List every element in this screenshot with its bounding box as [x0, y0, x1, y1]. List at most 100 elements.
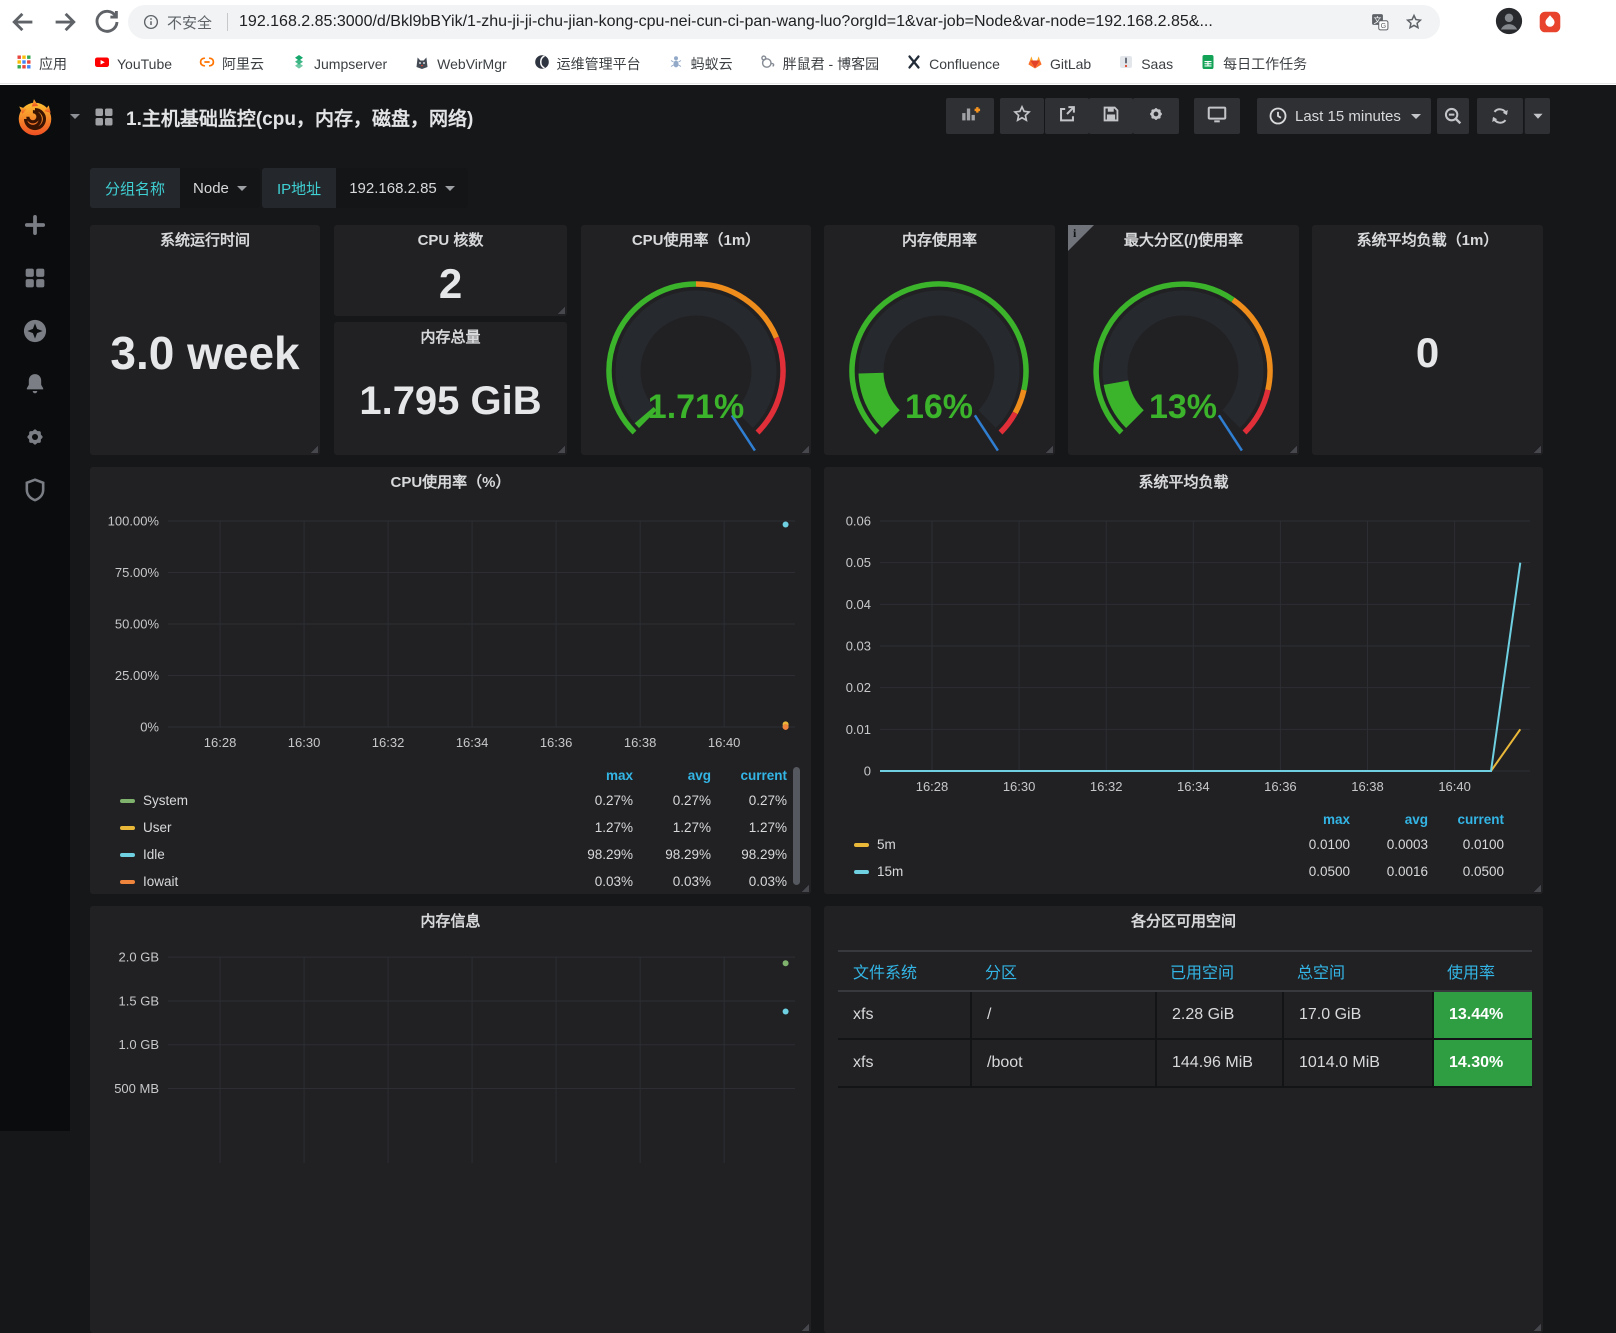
legend-series-toggle[interactable]: System	[120, 793, 541, 808]
variable-group-ip[interactable]: IP地址 192.168.2.85	[262, 168, 468, 208]
svg-text:0.01: 0.01	[846, 722, 871, 737]
sheet-icon	[1200, 54, 1216, 73]
bookmark-item[interactable]: Confluence	[906, 54, 1000, 73]
table-column-header[interactable]: 已用空间	[1155, 952, 1282, 990]
bookmark-item[interactable]: 应用	[16, 54, 67, 74]
table-column-header[interactable]: 使用率	[1432, 952, 1532, 990]
grafana-logo[interactable]	[14, 97, 56, 139]
sidebar-item-create[interactable]	[21, 211, 49, 239]
svg-text:0.03: 0.03	[846, 639, 871, 654]
svg-text:16:34: 16:34	[1177, 779, 1210, 794]
browser-reload-button[interactable]	[92, 7, 122, 37]
url-text[interactable]: 192.168.2.85:3000/d/Bkl9bBYik/1-zhu-ji-j…	[239, 13, 1360, 31]
cpu-usage-plot[interactable]: 100.00%75.00%50.00%25.00%0%16:2816:3016:…	[90, 497, 811, 764]
panel-title[interactable]: CPU使用率（1m）	[581, 225, 811, 255]
zoom-out-time-button[interactable]	[1437, 98, 1469, 134]
add-panel-button[interactable]	[946, 98, 994, 134]
legend-col-avg[interactable]: avg	[633, 768, 711, 783]
youtube-icon	[94, 54, 110, 73]
sidebar-item-alerting[interactable]	[21, 370, 49, 398]
sidebar-item-explore[interactable]	[21, 317, 49, 345]
chevron-down-icon	[237, 186, 247, 191]
bookmark-item[interactable]: 阿里云	[199, 54, 264, 74]
bookmark-star-icon[interactable]	[1404, 12, 1424, 32]
browser-forward-button[interactable]	[50, 7, 80, 37]
legend-col-max[interactable]: max	[541, 768, 633, 783]
panel-title[interactable]: 系统平均负载	[824, 467, 1543, 497]
svg-text:1.0 GB: 1.0 GB	[119, 1037, 159, 1052]
refresh-interval-dropdown[interactable]	[1524, 98, 1550, 134]
variable-group-name[interactable]: 分组名称 Node	[90, 168, 260, 208]
legend-series-toggle[interactable]: 15m	[854, 864, 1258, 879]
table-column-header[interactable]: 文件系统	[838, 952, 970, 990]
panel-title[interactable]: 内存使用率	[824, 225, 1055, 255]
bookmark-item[interactable]: 胖鼠君 - 博客园	[760, 54, 879, 74]
svg-text:16:36: 16:36	[1264, 779, 1297, 794]
sidebar-item-configuration[interactable]	[21, 423, 49, 451]
bookmark-item[interactable]: 蚂蚁云	[668, 54, 733, 74]
ant-icon	[668, 54, 684, 73]
info-icon[interactable]	[142, 13, 160, 31]
table-column-header[interactable]: 总空间	[1282, 952, 1432, 990]
bookmark-item[interactable]: WebVirMgr	[414, 54, 507, 73]
share-dashboard-button[interactable]	[1045, 98, 1089, 134]
refresh-button[interactable]	[1477, 98, 1523, 134]
security-label[interactable]: 不安全	[167, 12, 212, 33]
cycle-view-mode-button[interactable]	[1194, 98, 1240, 134]
dashboard-grid-icon[interactable]	[92, 105, 116, 129]
mark-as-favorite-icon	[1011, 103, 1033, 130]
svg-text:75.00%: 75.00%	[115, 565, 160, 580]
panel-load1: 系统平均负载（1m） 0	[1312, 225, 1543, 455]
time-range-picker[interactable]: Last 15 minutes	[1257, 98, 1431, 134]
bookmark-item[interactable]: Jumpserver	[291, 54, 387, 73]
title-caret-icon[interactable]	[70, 114, 80, 119]
variable-value-dropdown[interactable]: 192.168.2.85	[336, 168, 468, 208]
browser-extension-button[interactable]	[1536, 8, 1564, 36]
variable-value-dropdown[interactable]: Node	[180, 168, 260, 208]
dashboard-settings-button[interactable]	[1133, 98, 1179, 134]
browser-profile-avatar[interactable]	[1494, 6, 1524, 36]
legend-series-toggle[interactable]: 5m	[854, 837, 1258, 852]
browser-chrome: 不安全 192.168.2.85:3000/d/Bkl9bBYik/1-zhu-…	[0, 0, 1616, 85]
legend-series-toggle[interactable]: Iowait	[120, 874, 541, 889]
panel-title[interactable]: CPU使用率（%）	[90, 467, 811, 497]
bookmark-item[interactable]: 每日工作任务	[1200, 54, 1307, 74]
panel-title[interactable]: 最大分区(/)使用率	[1068, 225, 1299, 255]
legend-col-current[interactable]: current	[711, 768, 787, 783]
sidebar-item-dashboards[interactable]	[21, 264, 49, 292]
legend-col-current[interactable]: current	[1428, 812, 1504, 827]
mem-info-plot[interactable]: 2.0 GB1.5 GB1.0 GB500 MB	[90, 936, 811, 1176]
legend-scrollbar[interactable]	[793, 767, 800, 885]
browser-back-button[interactable]	[8, 7, 38, 37]
table-header-row: 文件系统分区已用空间总空间使用率	[838, 950, 1532, 992]
mark-as-favorite-button[interactable]	[1000, 98, 1044, 134]
address-bar[interactable]: 不安全 192.168.2.85:3000/d/Bkl9bBYik/1-zhu-…	[128, 5, 1440, 39]
series-color-swatch	[120, 799, 135, 803]
save-dashboard-icon	[1100, 103, 1122, 130]
sidebar-item-server-admin[interactable]	[21, 476, 49, 504]
panel-title[interactable]: 内存信息	[90, 906, 811, 936]
load-plot[interactable]: 0.060.050.040.030.020.01016:2816:3016:32…	[824, 497, 1543, 804]
series-color-swatch	[854, 870, 869, 874]
translate-icon[interactable]: 文G	[1370, 12, 1390, 32]
grafana-sidenav	[0, 85, 70, 1131]
legend-series-toggle[interactable]: User	[120, 820, 541, 835]
save-dashboard-button[interactable]	[1089, 98, 1133, 134]
table-column-header[interactable]: 分区	[970, 952, 1155, 990]
bookmark-item[interactable]: YouTube	[94, 54, 172, 73]
bookmark-label: 蚂蚁云	[691, 54, 733, 74]
bookmark-item[interactable]: GitLab	[1027, 54, 1091, 73]
bookmark-item[interactable]: 运维管理平台	[534, 54, 641, 74]
dashboard-title[interactable]: 1.主机基础监控(cpu，内存，磁盘，网络)	[126, 104, 473, 131]
svg-text:50.00%: 50.00%	[115, 617, 160, 632]
variable-label: IP地址	[262, 168, 336, 208]
panel-title[interactable]: 各分区可用空间	[824, 906, 1543, 936]
legend-col-avg[interactable]: avg	[1350, 812, 1428, 827]
table-row: xfs/boot144.96 MiB1014.0 MiB14.30%	[838, 1040, 1532, 1088]
usage-cell: 14.30%	[1432, 1040, 1532, 1086]
bookmark-label: 运维管理平台	[557, 54, 641, 74]
divider	[227, 13, 228, 31]
legend-col-max[interactable]: max	[1258, 812, 1350, 827]
legend-series-toggle[interactable]: Idle	[120, 847, 541, 862]
bookmark-item[interactable]: Saas	[1118, 54, 1173, 73]
